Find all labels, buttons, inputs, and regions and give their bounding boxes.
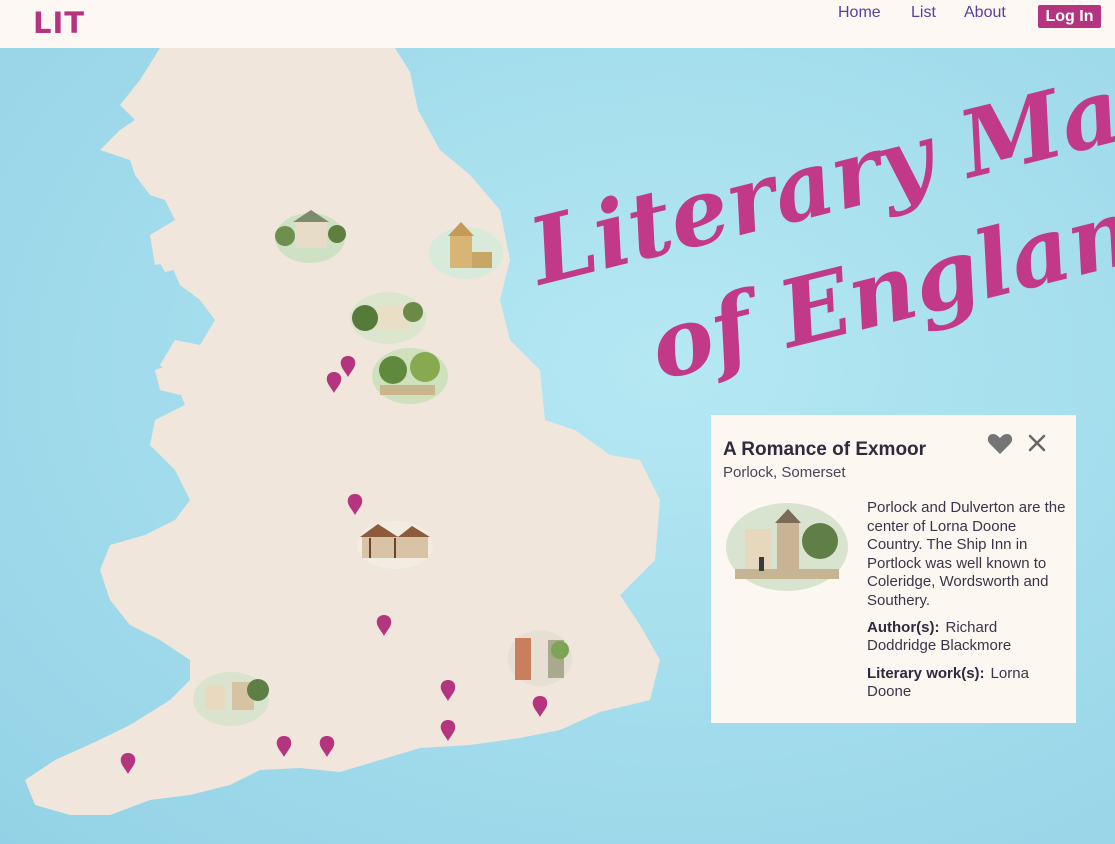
- nav-home-link[interactable]: Home: [838, 4, 881, 22]
- location-info-card: A Romance of Exmoor Porlock, Somerset Po…: [711, 415, 1076, 723]
- card-work: Literary work(s): Lorna Doone: [867, 665, 1067, 701]
- location-illustration: [726, 503, 848, 591]
- vignette-tudor-house[interactable]: [357, 521, 433, 569]
- card-author: Author(s): Richard Doddridge Blackmore: [867, 619, 1067, 655]
- close-icon[interactable]: [1027, 433, 1047, 453]
- work-label: Literary work(s):: [867, 665, 985, 682]
- card-title: A Romance of Exmoor: [723, 439, 927, 460]
- heart-icon[interactable]: [987, 432, 1013, 456]
- nav-about-link[interactable]: About: [964, 4, 1006, 22]
- site-logo[interactable]: LIT: [33, 6, 85, 40]
- vignette-london-street[interactable]: [508, 630, 572, 686]
- login-button[interactable]: Log In: [1038, 5, 1101, 28]
- card-location: Porlock, Somerset: [723, 464, 846, 481]
- vignette-exmoor-village[interactable]: [193, 672, 269, 726]
- top-navbar: LIT Home List About Log In: [0, 0, 1115, 48]
- vignette-woodland[interactable]: [372, 348, 448, 404]
- nav-list-link[interactable]: List: [911, 4, 936, 22]
- england-landmass: [25, 48, 660, 815]
- card-description: Porlock and Dulverton are the center of …: [867, 499, 1066, 609]
- vignette-manor[interactable]: [350, 292, 426, 344]
- author-label: Author(s):: [867, 619, 940, 636]
